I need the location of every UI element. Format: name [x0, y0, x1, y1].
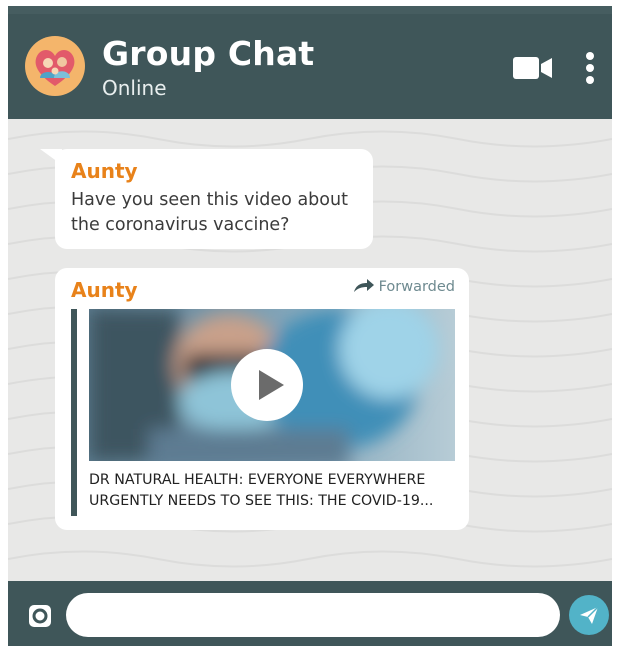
- send-button[interactable]: [569, 595, 609, 635]
- message-composer: [8, 581, 612, 646]
- message-bubble[interactable]: Aunty Have you seen this video about the…: [55, 149, 373, 249]
- header-top-edge: [8, 6, 612, 14]
- play-icon: [259, 370, 284, 400]
- video-camera-icon: [513, 57, 552, 79]
- family-heart-icon: [35, 50, 75, 86]
- online-status: Online: [102, 76, 167, 100]
- play-button[interactable]: [231, 349, 303, 421]
- more-options-button[interactable]: [583, 50, 597, 86]
- forwarded-video-message[interactable]: Aunty Forwarded DR NATURAL HEALTH: EVERY…: [55, 268, 469, 530]
- chat-title: Group Chat: [102, 34, 315, 73]
- send-icon: [580, 606, 599, 624]
- message-input[interactable]: [66, 593, 560, 637]
- quote-bar: [71, 309, 77, 516]
- video-thumbnail[interactable]: [89, 309, 455, 461]
- forwarded-label: Forwarded: [353, 279, 455, 295]
- message-area[interactable]: Aunty Have you seen this video about the…: [8, 119, 612, 581]
- video-caption[interactable]: DR NATURAL HEALTH: EVERYONE EVERYWHERE U…: [89, 470, 461, 512]
- video-call-button[interactable]: [513, 54, 553, 82]
- group-avatar[interactable]: [25, 36, 85, 96]
- sender-name: Aunty: [71, 159, 138, 183]
- camera-button[interactable]: [28, 604, 52, 628]
- forwarded-text: Forwarded: [378, 279, 455, 295]
- message-text: Have you seen this video about the coron…: [71, 190, 348, 235]
- chat-app: Group Chat Online Aunty Have you seen th…: [8, 6, 612, 646]
- forward-arrow-icon: [353, 279, 374, 292]
- sender-name: Aunty: [71, 278, 138, 302]
- camera-icon: [29, 605, 51, 627]
- chat-header: Group Chat Online: [8, 6, 612, 119]
- more-vertical-icon: [586, 52, 594, 84]
